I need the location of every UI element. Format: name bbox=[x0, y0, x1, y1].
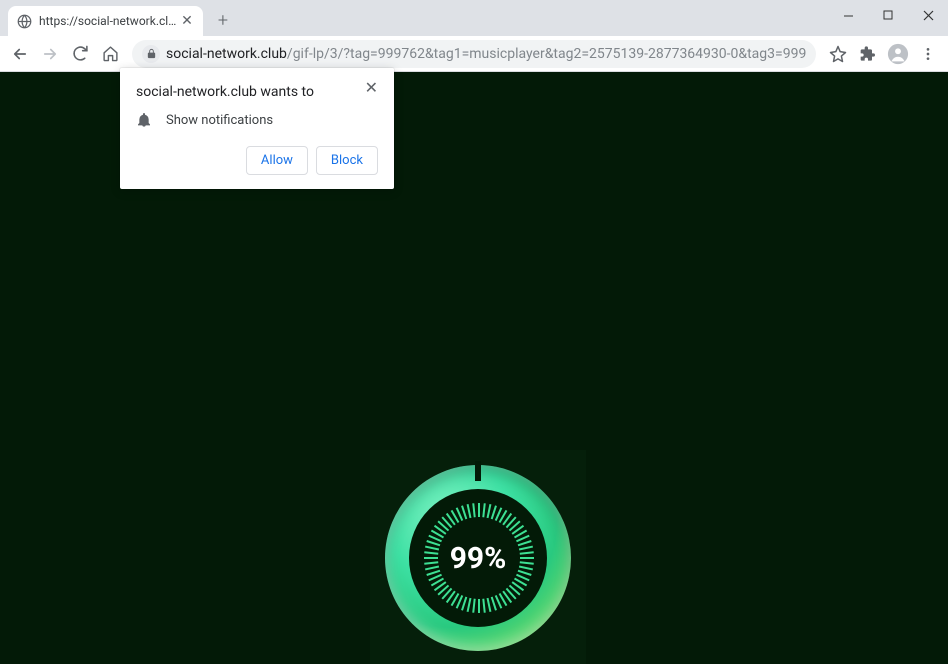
notification-permission-popup: social-network.club wants to ✕ Show noti… bbox=[120, 68, 394, 189]
extensions-icon[interactable] bbox=[854, 40, 882, 68]
allow-button[interactable]: Allow bbox=[246, 146, 308, 175]
tab-active[interactable]: https://social-network.club/gif-lp ✕ bbox=[8, 6, 203, 36]
window-controls bbox=[828, 0, 948, 30]
loader-notch bbox=[475, 461, 481, 481]
address-bar[interactable]: social-network.club/gif-lp/3/?tag=999762… bbox=[132, 40, 816, 68]
maximize-button[interactable] bbox=[868, 0, 908, 30]
forward-button[interactable] bbox=[36, 40, 64, 68]
titlebar: https://social-network.club/gif-lp ✕ + bbox=[0, 0, 948, 36]
loader-inner: 99% bbox=[409, 489, 547, 627]
block-button[interactable]: Block bbox=[316, 146, 378, 175]
profile-icon[interactable] bbox=[884, 40, 912, 68]
new-tab-button[interactable]: + bbox=[209, 6, 237, 34]
tab-title: https://social-network.club/gif-lp bbox=[39, 14, 179, 28]
notification-title: social-network.club wants to bbox=[136, 84, 314, 100]
close-icon[interactable]: ✕ bbox=[365, 80, 378, 96]
url-path: /gif-lp/3/?tag=999762&tag1=musicplayer&t… bbox=[287, 46, 806, 62]
loader-outer-ring: 99% bbox=[385, 465, 571, 651]
bell-icon bbox=[136, 112, 152, 128]
url-text: social-network.club/gif-lp/3/?tag=999762… bbox=[166, 46, 806, 62]
home-button[interactable] bbox=[96, 40, 124, 68]
back-button[interactable] bbox=[6, 40, 34, 68]
minimize-button[interactable] bbox=[828, 0, 868, 30]
globe-icon bbox=[16, 13, 32, 29]
notification-message: Show notifications bbox=[166, 113, 273, 128]
star-icon[interactable] bbox=[824, 40, 852, 68]
close-icon[interactable]: ✕ bbox=[179, 13, 195, 29]
toolbar: social-network.club/gif-lp/3/?tag=999762… bbox=[0, 36, 948, 72]
loader-widget: 99% bbox=[370, 450, 586, 664]
window-close-button[interactable] bbox=[908, 0, 948, 30]
lock-icon bbox=[142, 45, 160, 63]
menu-icon[interactable] bbox=[914, 40, 942, 68]
reload-button[interactable] bbox=[66, 40, 94, 68]
url-domain: social-network.club bbox=[166, 46, 287, 62]
loader-percent: 99% bbox=[450, 541, 507, 576]
